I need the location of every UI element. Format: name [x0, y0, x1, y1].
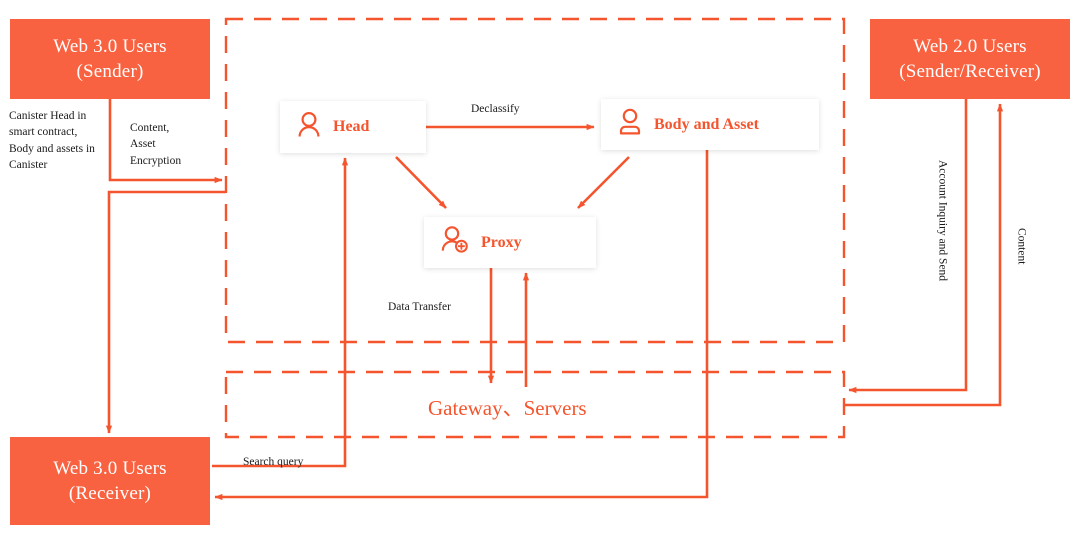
edge-body-to-proxy: [577, 156, 630, 209]
edge-label-declassify: Declassify: [471, 103, 520, 115]
actor-web3-receiver-line2: (Receiver): [68, 483, 152, 504]
edge-label-search-query: Search query: [243, 456, 304, 468]
node-body-and-asset-label: Body and Asset: [654, 115, 759, 133]
zone-gateway-label: Gateway、Servers: [428, 396, 587, 420]
person-icon: [296, 111, 322, 144]
person-add-icon: [440, 225, 470, 260]
edge-head-to-proxy: [395, 156, 447, 209]
edge-label-content: Content: [1015, 228, 1028, 265]
edge-label-content-asset-encryption: Content, Asset Encryption: [130, 122, 182, 167]
diagram-canvas: Web 3.0 Users (Sender) Web 3.0 Users (Re…: [0, 0, 1080, 538]
edge-blockchain-to-receiver: [105, 190, 226, 434]
actor-web2-user-line1: Web 2.0 Users: [913, 35, 1027, 57]
actor-web3-sender[interactable]: Web 3.0 Users (Sender): [10, 19, 210, 99]
node-body-and-asset[interactable]: Body and Asset: [601, 99, 819, 150]
edge-search-query: [212, 157, 349, 468]
edge-label-data-transfer: Data Transfer: [388, 301, 451, 313]
node-head-label: Head: [333, 118, 370, 135]
node-proxy[interactable]: Proxy: [424, 217, 596, 268]
actor-web3-sender-line1: Web 3.0 Users: [53, 35, 167, 57]
node-head[interactable]: Head: [280, 101, 426, 153]
actor-web2-user-line2: (Sender/Receiver): [899, 61, 1041, 82]
actor-web3-sender-line2: (Sender): [76, 61, 144, 82]
edge-label-account-inquiry: Account Inquiry and Send: [936, 160, 949, 282]
zone-blockchain: [224, 17, 846, 344]
person-filled-icon: [617, 108, 643, 141]
actor-web3-receiver-line1: Web 3.0 Users: [53, 457, 167, 479]
edge-label-canister: Canister Head in smart contract, Body an…: [9, 110, 95, 171]
edge-body-to-receiver: [214, 150, 709, 501]
edge-gateway-content-to-web2: [845, 103, 1004, 407]
actor-web3-receiver[interactable]: Web 3.0 Users (Receiver): [10, 437, 210, 525]
node-proxy-label: Proxy: [481, 233, 522, 251]
actor-web2-user[interactable]: Web 2.0 Users (Sender/Receiver): [870, 19, 1070, 99]
